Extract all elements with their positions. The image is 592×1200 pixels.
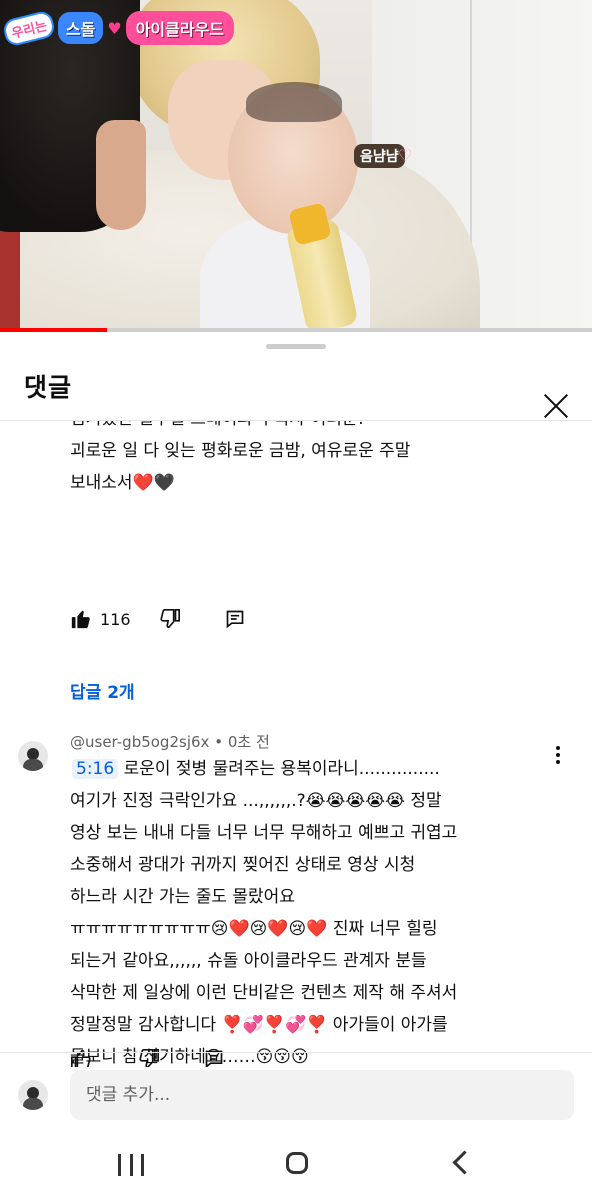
- avatar-body: [23, 1098, 43, 1110]
- overlay-badge-title: 아이클라우드: [125, 11, 235, 45]
- input-divider: [0, 1052, 592, 1053]
- comment-text-line: 소중해서 광대가 귀까지 찢어진 상태로 영상 시청: [70, 855, 416, 875]
- comment-text-line: 힘겨웠던 일주일 스테이와 구독자 여러분!: [70, 421, 410, 435]
- dislike-icon[interactable]: [159, 608, 181, 630]
- comment-text-segment: 로운이 젖병 물려주는 용복이라니...............: [118, 759, 440, 779]
- comment-text-line: 괴로운 일 다 잊는 평화로운 금밤, 여유로운 주말: [70, 441, 411, 461]
- comment-text-line: 삭막한 제 일상에 이런 단비같은 컨텐츠 제작 해 주셔서: [70, 983, 458, 1003]
- back-icon[interactable]: [452, 1150, 477, 1175]
- comment-text-line: 영상 보는 내내 다들 너무 너무 무해하고 예쁘고 귀엽고: [70, 823, 458, 843]
- comment-author[interactable]: @user-gb5og2sj6x: [70, 733, 209, 751]
- comment-text-line: 되는거 같아요,,,,,, 슈돌 아이클라우드 관계자 분들: [70, 951, 427, 971]
- reply-icon[interactable]: [225, 609, 245, 629]
- comments-list[interactable]: 힘겨웠던 일주일 스테이와 구독자 여러분! 괴로운 일 다 잊는 평화로운 금…: [0, 421, 592, 1067]
- meta-separator: •: [214, 733, 224, 751]
- comments-sheet: 댓글 힘겨웠던 일주일 스테이와 구독자 여러분! 괴로운 일 다 잊는 평화로…: [0, 332, 592, 1200]
- comment-text-line: 여기가 진정 극락인가요 ...,,,,,,.?😭😭😭😭😭 정말: [70, 791, 442, 811]
- video-title-overlay: 우리는 스돌 ♥ 아이클라우드: [1, 8, 235, 48]
- comment-time: 0초 전: [227, 733, 270, 751]
- add-comment-row: 댓글 추가...: [0, 1070, 592, 1130]
- avatar-body: [23, 759, 43, 771]
- avatar: [18, 1080, 48, 1110]
- comment-text-line: 보내소서❤️🖤: [70, 473, 175, 493]
- comment-text-line: 하느라 시간 가는 줄도 몰랐어요: [70, 887, 295, 907]
- like-count: 116: [100, 609, 131, 629]
- caption-heart-icon: ♡: [398, 146, 413, 165]
- comment-actions: 116: [70, 607, 245, 631]
- video-timestamp-link[interactable]: 5:16: [72, 759, 119, 779]
- comment-body: 5:16 로운이 젖병 물려주는 용복이라니............... 여기…: [70, 753, 457, 1067]
- comment-text-line: 5:16 로운이 젖병 물려주는 용복이라니...............: [70, 753, 457, 785]
- sheet-drag-handle[interactable]: [266, 344, 326, 349]
- comments-title: 댓글: [24, 373, 73, 402]
- like-icon[interactable]: [70, 608, 92, 630]
- overlay-badge-small: 우리는: [1, 8, 57, 48]
- system-nav-bar: [0, 1130, 592, 1200]
- recent-apps-icon[interactable]: [118, 1154, 144, 1176]
- video-left-person-face: [96, 120, 146, 230]
- comment-actions: [70, 1047, 224, 1067]
- view-replies-link[interactable]: 답글 2개: [70, 678, 135, 703]
- avatar[interactable]: [18, 741, 48, 771]
- like-icon[interactable]: [70, 1048, 92, 1067]
- overlay-heart-icon: ♥: [107, 18, 122, 38]
- video-baby-hair: [246, 82, 342, 122]
- comment-item: 힘겨웠던 일주일 스테이와 구독자 여러분! 괴로운 일 다 잊는 평화로운 금…: [70, 421, 410, 499]
- dislike-icon[interactable]: [138, 1048, 160, 1067]
- comment-meta: @user-gb5og2sj6x • 0초 전: [70, 731, 270, 752]
- comment-text-line: 정말정말 감사합니다 ❣️💞❣️💞❣️ 아가들이 아가를: [70, 1015, 448, 1035]
- comment-text-line: ㅠㅠㅠㅠㅠㅠㅠㅠㅠ😢❤️😢❤️😢❤️ 진짜 너무 힐링: [70, 919, 438, 939]
- home-icon[interactable]: [286, 1152, 308, 1174]
- comments-header: 댓글: [0, 354, 592, 416]
- more-options-icon[interactable]: [548, 743, 568, 773]
- video-player[interactable]: 우리는 스돌 ♥ 아이클라우드 음냠냠 ♡: [0, 0, 592, 332]
- add-comment-input[interactable]: 댓글 추가...: [70, 1070, 574, 1120]
- overlay-badge-main: 스돌: [57, 12, 104, 44]
